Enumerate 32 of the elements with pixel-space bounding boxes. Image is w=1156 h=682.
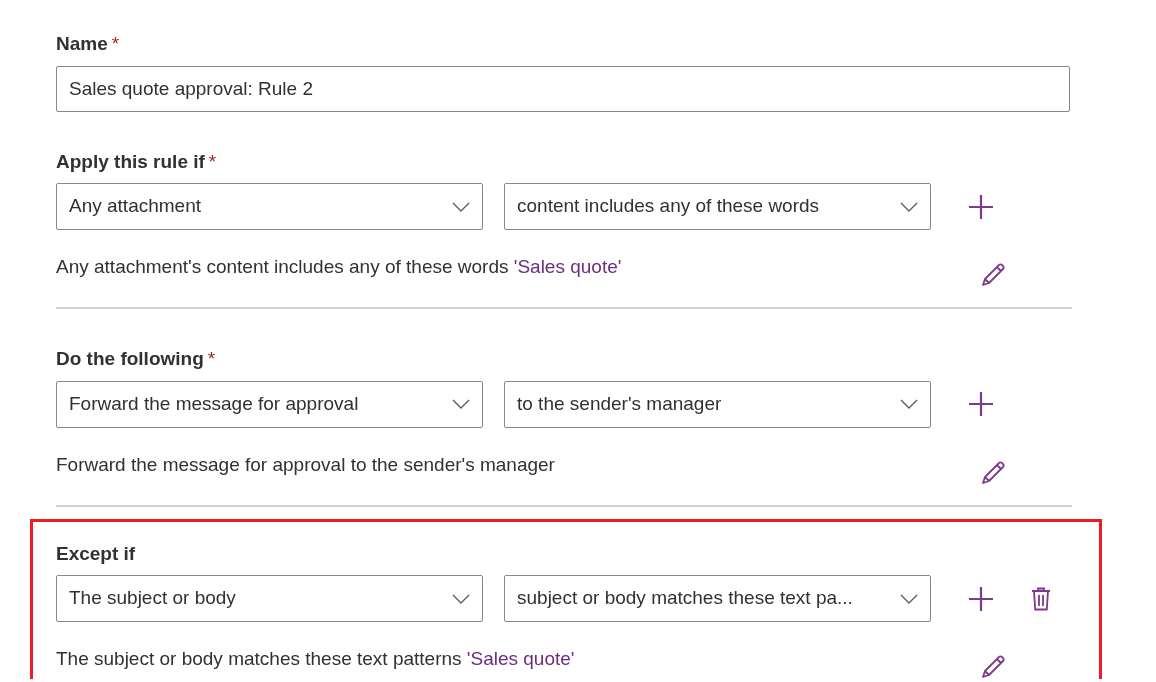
chevron-icon xyxy=(452,201,470,212)
required-asterisk: * xyxy=(111,32,120,56)
chevron-icon xyxy=(900,593,918,604)
dropdown[interactable]: Forward the message for approval xyxy=(56,380,483,428)
dropdown[interactable]: subject or body matches these text pa... xyxy=(504,575,931,622)
name-input-field[interactable]: Sales quote approval: Rule 2 xyxy=(56,65,1070,112)
rule-summary: Any attachment's content includes any of these words 'Sales quote' xyxy=(56,255,623,280)
required-asterisk: * xyxy=(207,347,216,371)
field-label: Apply this rule if xyxy=(56,149,205,174)
value-link[interactable]: 'Sales quote' xyxy=(513,256,622,278)
chevron-icon xyxy=(900,399,918,409)
chevron-icon xyxy=(452,399,470,409)
rule-summary: The subject or body matches these text patterns 'Sales quote' xyxy=(56,647,576,672)
field-label: Do the following xyxy=(56,347,204,371)
value-link[interactable]: 'Sales quote' xyxy=(466,648,575,670)
trash-icon[interactable] xyxy=(1031,586,1051,611)
add-icon[interactable] xyxy=(968,193,994,220)
edit-pencil-icon[interactable] xyxy=(981,459,1006,485)
required-asterisk: * xyxy=(208,149,217,174)
dropdown[interactable]: Any attachment xyxy=(56,183,483,230)
chevron-icon xyxy=(900,201,918,212)
field-label: Name xyxy=(56,32,108,56)
rule-summary: Forward the message for approval to the sender's manager xyxy=(56,452,556,477)
dropdown[interactable]: The subject or body xyxy=(56,575,483,622)
dropdown[interactable]: to the sender's manager xyxy=(504,380,931,428)
field-label: Except if xyxy=(56,541,136,566)
add-icon[interactable] xyxy=(968,585,994,612)
edit-pencil-icon[interactable] xyxy=(981,654,1006,679)
add-icon[interactable] xyxy=(968,391,994,417)
dropdown[interactable]: content includes any of these words xyxy=(504,183,931,230)
edit-pencil-icon[interactable] xyxy=(981,262,1006,287)
chevron-icon xyxy=(452,593,470,604)
